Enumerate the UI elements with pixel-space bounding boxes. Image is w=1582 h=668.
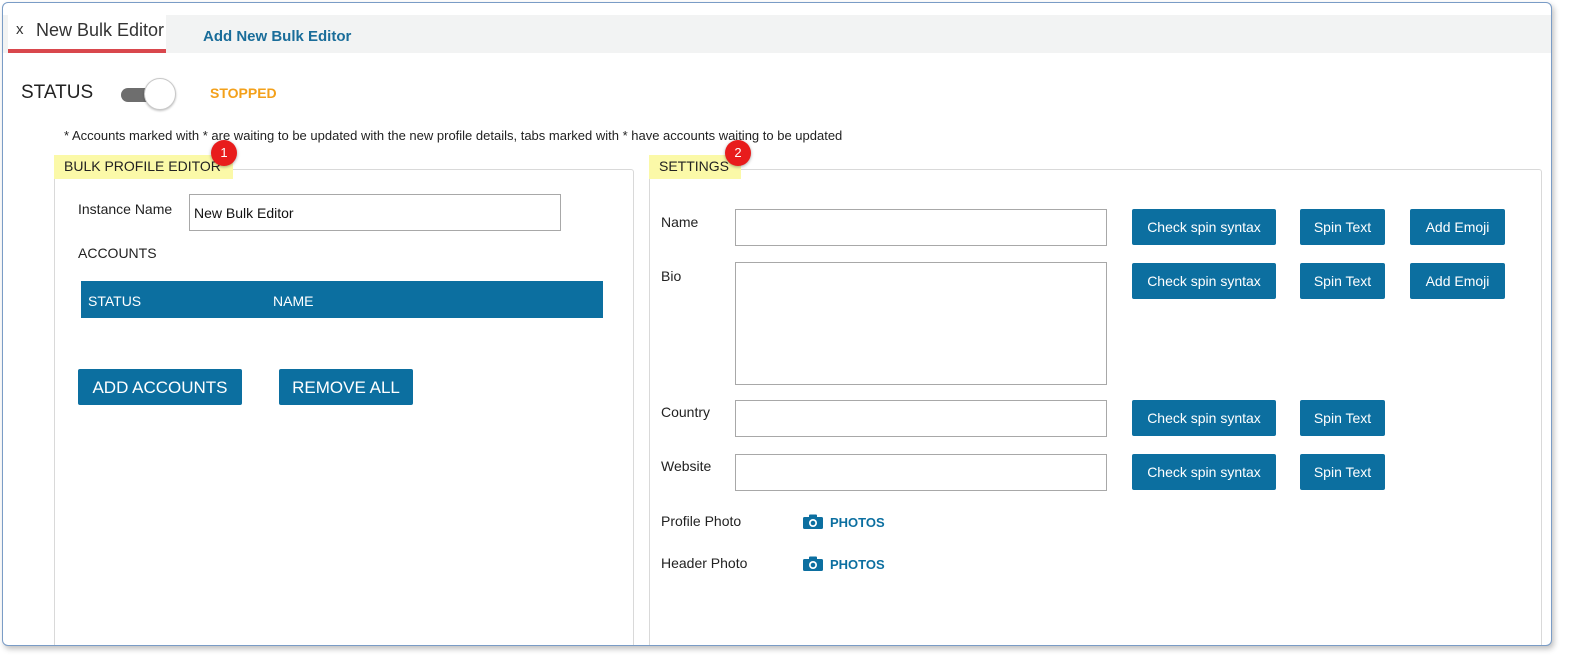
step-badge-1: 1 bbox=[211, 140, 237, 166]
tab-new-bulk-editor[interactable]: x New Bulk Editor bbox=[8, 15, 166, 53]
add-new-bulk-editor-link[interactable]: Add New Bulk Editor bbox=[203, 28, 351, 45]
camera-icon[interactable] bbox=[803, 556, 823, 571]
bulk-profile-editor-panel bbox=[54, 169, 634, 645]
status-toggle[interactable] bbox=[119, 78, 179, 110]
country-check-spin-button[interactable]: Check spin syntax bbox=[1132, 400, 1276, 436]
column-header-name[interactable]: NAME bbox=[273, 293, 313, 309]
country-input[interactable] bbox=[735, 400, 1107, 437]
name-spin-text-button[interactable]: Spin Text bbox=[1300, 209, 1385, 245]
step-badge-2: 2 bbox=[725, 140, 751, 166]
accounts-note: * Accounts marked with * are waiting to … bbox=[64, 128, 843, 143]
bulk-editor-window: x New Bulk Editor Add New Bulk Editor ST… bbox=[2, 2, 1552, 646]
column-header-status[interactable]: STATUS bbox=[88, 293, 141, 309]
bio-check-spin-button[interactable]: Check spin syntax bbox=[1132, 263, 1276, 299]
accounts-label: ACCOUNTS bbox=[78, 245, 157, 261]
add-accounts-button[interactable]: ADD ACCOUNTS bbox=[78, 369, 242, 405]
bio-label: Bio bbox=[661, 268, 682, 284]
country-label: Country bbox=[661, 404, 711, 420]
header-photo-label: Header Photo bbox=[661, 555, 748, 571]
header-photos-link[interactable]: PHOTOS bbox=[830, 557, 885, 572]
name-label: Name bbox=[661, 214, 699, 230]
website-check-spin-button[interactable]: Check spin syntax bbox=[1132, 454, 1276, 490]
tab-bar: x New Bulk Editor Add New Bulk Editor bbox=[3, 15, 1551, 53]
country-spin-text-button[interactable]: Spin Text bbox=[1300, 400, 1385, 436]
website-input[interactable] bbox=[735, 454, 1107, 491]
tab-close-button[interactable]: x bbox=[16, 21, 24, 38]
tab-title: New Bulk Editor bbox=[36, 20, 165, 40]
status-label: STATUS bbox=[21, 82, 94, 103]
instance-name-label: Instance Name bbox=[78, 201, 173, 217]
camera-icon[interactable] bbox=[803, 514, 823, 529]
website-spin-text-button[interactable]: Spin Text bbox=[1300, 454, 1385, 490]
bio-spin-text-button[interactable]: Spin Text bbox=[1300, 263, 1385, 299]
profile-photo-label: Profile Photo bbox=[661, 513, 742, 529]
bio-add-emoji-button[interactable]: Add Emoji bbox=[1410, 263, 1505, 299]
accounts-table-header: STATUS NAME bbox=[81, 281, 603, 318]
name-check-spin-button[interactable]: Check spin syntax bbox=[1132, 209, 1276, 245]
name-add-emoji-button[interactable]: Add Emoji bbox=[1410, 209, 1505, 245]
remove-all-button[interactable]: REMOVE ALL bbox=[279, 369, 413, 405]
bio-textarea[interactable] bbox=[735, 262, 1107, 385]
status-value: STOPPED bbox=[210, 85, 277, 101]
name-input[interactable] bbox=[735, 209, 1107, 246]
instance-name-input[interactable] bbox=[189, 194, 561, 231]
bulk-profile-editor-title: BULK PROFILE EDITOR bbox=[54, 155, 233, 179]
profile-photos-link[interactable]: PHOTOS bbox=[830, 515, 885, 530]
website-label: Website bbox=[661, 458, 712, 474]
toggle-knob[interactable] bbox=[144, 78, 176, 110]
